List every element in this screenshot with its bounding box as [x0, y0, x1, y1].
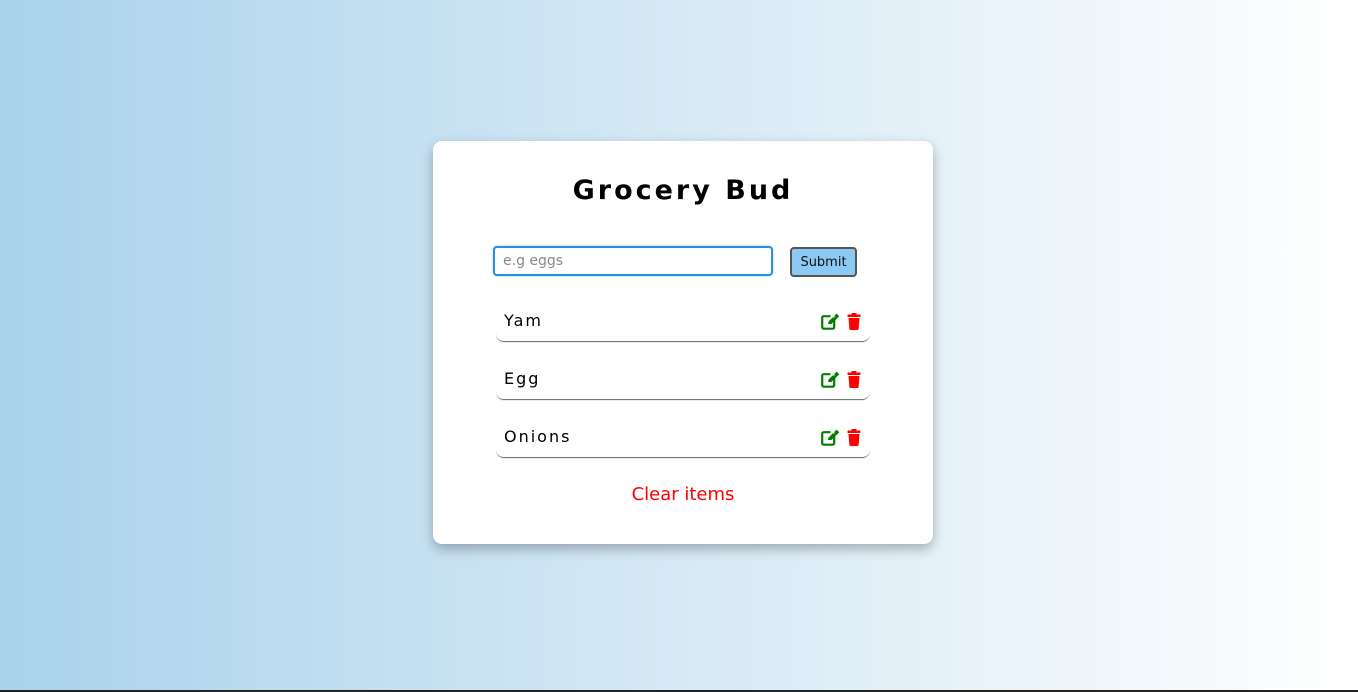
item-label: Onions [504, 427, 572, 446]
edit-icon[interactable] [820, 370, 840, 388]
item-actions [816, 312, 864, 330]
grocery-list: Yam Egg Onions [496, 299, 870, 473]
list-item: Onions [496, 415, 870, 458]
edit-icon[interactable] [820, 312, 840, 330]
clear-items-button[interactable]: Clear items [433, 484, 933, 505]
list-item: Egg [496, 357, 870, 400]
edit-icon[interactable] [820, 428, 840, 446]
trash-icon[interactable] [844, 428, 864, 446]
item-actions [816, 428, 864, 446]
trash-icon[interactable] [844, 370, 864, 388]
grocery-form: Submit [493, 246, 873, 278]
trash-icon[interactable] [844, 312, 864, 330]
app-title: Grocery Bud [572, 175, 794, 206]
grocery-card: Grocery Bud Submit Yam [433, 141, 933, 544]
submit-button[interactable]: Submit [790, 247, 857, 277]
grocery-input[interactable] [493, 246, 773, 276]
page: { "app": { "title": "Grocery Bud" }, "fo… [0, 0, 1358, 692]
list-item: Yam [496, 299, 870, 342]
item-actions [816, 370, 864, 388]
item-label: Yam [504, 311, 543, 330]
item-label: Egg [504, 369, 541, 388]
